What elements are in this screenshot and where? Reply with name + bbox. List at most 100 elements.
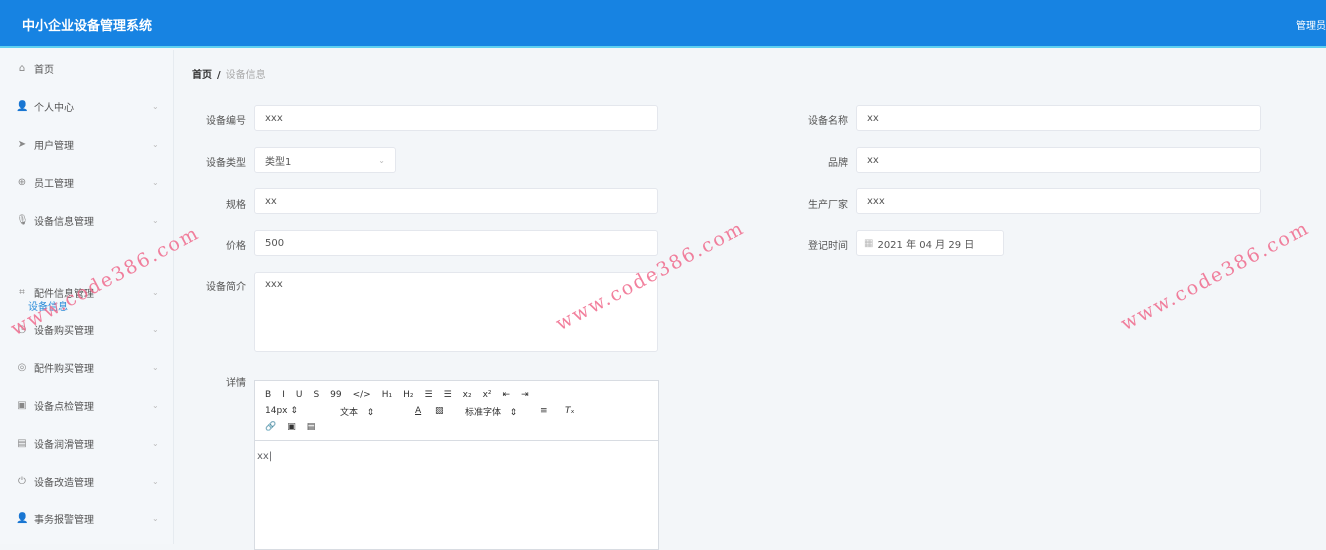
sidebar-item[interactable]: ▣ 设备点检管理 ⌄: [0, 395, 174, 415]
chevron-down-icon: ⌄: [152, 139, 159, 149]
toolbar-button[interactable]: ⇤: [503, 390, 511, 400]
toolbar-button[interactable]: </>: [353, 390, 371, 400]
sidebar-item[interactable]: 👤 个人中心 ⌄: [0, 96, 174, 116]
sidebar-item[interactable]: ⌗ 配件信息管理 ⌄: [0, 282, 174, 302]
sidebar-item[interactable]: ◷ 设备购买管理 ⌄: [0, 319, 174, 339]
crop-icon: ⌗: [19, 286, 25, 298]
sidebar-item[interactable]: ➤ 用户管理 ⌄: [0, 134, 174, 154]
sidebar-item-label: 员工管理: [34, 178, 74, 190]
detail-label: 详情: [226, 378, 246, 389]
user-icon: 👤: [16, 100, 29, 112]
background-color-icon[interactable]: ▧: [435, 406, 465, 416]
intro-textarea[interactable]: xxx: [254, 272, 658, 352]
maker-label: 生产厂家: [808, 200, 848, 211]
paragraph-select[interactable]: 文本 ⇕: [340, 405, 405, 418]
user-icon: 👤: [16, 512, 29, 524]
toolbar-button[interactable]: H₂: [403, 390, 413, 400]
sidebar-item-label: 设备改造管理: [34, 477, 94, 489]
power-icon: ⏻: [18, 475, 26, 487]
sidebar-item-label: 首页: [34, 64, 54, 76]
toolbar-button[interactable]: 99: [330, 390, 341, 400]
toolbar-button[interactable]: 🔗: [265, 422, 276, 432]
sidebar-item-label: 事务报警管理: [34, 514, 94, 526]
date-picker[interactable]: ▦ 2021 年 04 月 29 日: [856, 230, 1004, 256]
toolbar-button[interactable]: H₁: [382, 390, 392, 400]
sidebar-item-label: 设备点检管理: [34, 401, 94, 413]
breadcrumb: 首页 / 设备信息: [192, 66, 266, 81]
editor-text: xx: [257, 451, 269, 462]
brand-label: 品牌: [828, 158, 848, 169]
code-label: 设备编号: [206, 116, 246, 127]
breadcrumb-home[interactable]: 首页: [192, 70, 212, 81]
toolbar-button[interactable]: U: [296, 390, 303, 400]
type-select[interactable]: 类型1 ⌄: [254, 147, 396, 173]
user-menu[interactable]: 管理员: [1296, 17, 1326, 32]
send-icon: ➤: [17, 138, 27, 150]
sidebar-item-label: 配件信息管理: [34, 288, 94, 300]
sidebar-item-label: 设备购买管理: [34, 325, 94, 337]
sidebar-item[interactable]: ▤ 设备润滑管理 ⌄: [0, 433, 174, 453]
spec-input[interactable]: xx: [254, 188, 658, 214]
name-input[interactable]: xx: [856, 105, 1261, 131]
text-color-icon[interactable]: A: [415, 406, 435, 416]
compass-icon: ⊕: [17, 176, 27, 188]
sidebar-item[interactable]: ◎ 配件购买管理 ⌄: [0, 357, 174, 377]
paragraph-value: 文本: [340, 407, 359, 418]
toolbar-button[interactable]: x₂: [463, 390, 472, 400]
sidebar-item-label: 设备润滑管理: [34, 439, 94, 451]
chart-icon: ▤: [17, 437, 27, 449]
editor-toolbar: B I U S 99 </> H₁ H₂ ☰ ☰ x₂ x² ⇤ ⇥ 14px ⇕ 文本 ⇕ A ▧ 标准…: [255, 381, 658, 441]
font-size-value: 14px: [265, 406, 288, 416]
toolbar-button[interactable]: ☰: [444, 390, 452, 400]
date-value: 2021 年 04 月 29 日: [877, 239, 975, 251]
sidebar-item[interactable]: ⊕ 员工管理 ⌄: [0, 172, 174, 192]
intro-label: 设备简介: [206, 282, 246, 293]
sidebar-item-label: 个人中心: [34, 102, 74, 114]
clipboard-icon: ▣: [17, 399, 27, 411]
chevron-down-icon: ⌄: [152, 400, 159, 410]
toolbar-button[interactable]: ⇥: [521, 390, 529, 400]
app-title: 中小企业设备管理系统: [22, 19, 153, 34]
sidebar-item-label: 设备信息管理: [34, 216, 94, 228]
sidebar-item[interactable]: ⌂ 首页: [0, 58, 174, 78]
type-label: 设备类型: [206, 158, 246, 169]
editor-content[interactable]: xx|: [255, 441, 658, 472]
toolbar-button[interactable]: ▤: [307, 422, 316, 432]
sidebar-item-label: 配件购买管理: [34, 363, 94, 375]
sidebar-item[interactable]: ⏻ 设备改造管理 ⌄: [0, 471, 174, 491]
sidebar: 设备信息 ⌂ 首页 👤 个人中心 ⌄ ➤ 用户管理 ⌄ ⊕ 员工管理 ⌄ 🎙 设备信息管理 ⌄ ⌗ 配件信息管…: [0, 50, 174, 544]
breadcrumb-separator: /: [217, 70, 221, 81]
chevron-down-icon: ⌄: [378, 155, 385, 165]
font-size-select[interactable]: 14px ⇕: [265, 406, 325, 416]
sidebar-item[interactable]: 👤 事务报警管理 ⌄: [0, 508, 174, 528]
chevron-down-icon: ⌄: [152, 324, 159, 334]
font-family-select[interactable]: 标准字体 ⇕: [465, 405, 540, 418]
toolbar-button[interactable]: ▣: [287, 422, 296, 432]
clock-icon: ◷: [17, 323, 27, 335]
sidebar-item[interactable]: 🎙 设备信息管理 ⌄: [0, 210, 174, 230]
clear-format-icon[interactable]: Tₓ: [565, 406, 575, 416]
toolbar-button[interactable]: ☰: [425, 390, 433, 400]
support-icon: ◎: [17, 361, 27, 373]
toolbar-button[interactable]: I: [282, 390, 285, 400]
toolbar-button[interactable]: B: [265, 390, 271, 400]
chevron-down-icon: ⌄: [152, 287, 159, 297]
breadcrumb-current: 设备信息: [225, 70, 266, 81]
chevron-down-icon: ⌄: [152, 438, 159, 448]
price-label: 价格: [226, 241, 246, 252]
microphone-icon: 🎙: [16, 214, 29, 226]
type-value: 类型1: [265, 156, 292, 168]
code-input[interactable]: xxx: [254, 105, 658, 131]
price-input[interactable]: 500: [254, 230, 658, 256]
watermark: www.code386.com: [1117, 216, 1314, 336]
toolbar-button[interactable]: x²: [483, 390, 492, 400]
toolbar-button[interactable]: S: [313, 390, 319, 400]
brand-input[interactable]: xx: [856, 147, 1261, 173]
spec-label: 规格: [226, 200, 246, 211]
chevron-down-icon: ⌄: [152, 362, 159, 372]
sidebar-item-label: 用户管理: [34, 140, 74, 152]
maker-input[interactable]: xxx: [856, 188, 1261, 214]
rich-text-editor: B I U S 99 </> H₁ H₂ ☰ ☰ x₂ x² ⇤ ⇥ 14px ⇕ 文本 ⇕ A ▧ 标准…: [254, 380, 659, 550]
align-icon[interactable]: ≡: [540, 406, 565, 416]
chevron-down-icon: ⌄: [152, 513, 159, 523]
